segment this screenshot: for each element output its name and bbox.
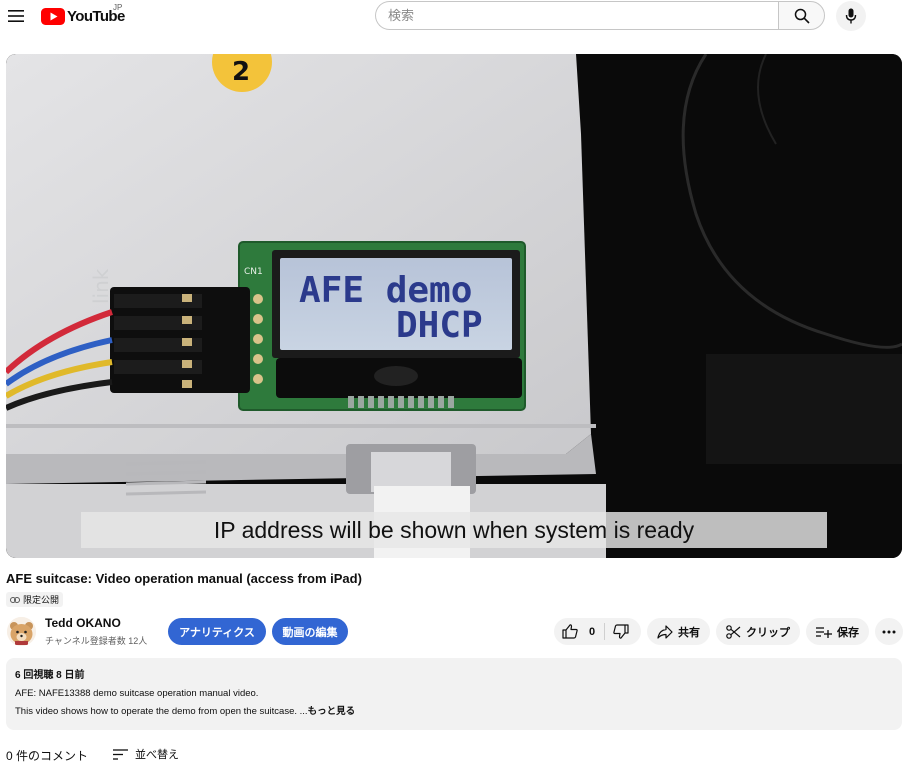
sort-icon bbox=[113, 748, 128, 760]
subscriber-count: チャンネル登録者数 12人 bbox=[45, 636, 148, 646]
link-icon bbox=[10, 596, 20, 603]
view-count-date: 6 回視聴 8 日前 bbox=[15, 670, 85, 681]
svg-text:link: link bbox=[89, 268, 113, 304]
video-player[interactable]: 2 link CN1 AFE demo DHCP IP address will… bbox=[6, 54, 902, 558]
sticker-label: 2 bbox=[232, 57, 250, 87]
clip-button[interactable]: クリップ bbox=[716, 618, 800, 645]
description-line-2: This video shows how to operate the demo… bbox=[15, 703, 893, 721]
share-icon bbox=[657, 624, 673, 639]
clip-label: クリップ bbox=[746, 626, 790, 639]
channel-name[interactable]: Tedd OKANO bbox=[45, 616, 121, 630]
sort-label: 並べ替え bbox=[135, 749, 179, 761]
pcb-label: CN1 bbox=[244, 267, 263, 277]
save-label: 保存 bbox=[837, 626, 859, 639]
show-more-link[interactable]: もっと見る bbox=[308, 706, 356, 717]
lcd-line-2: DHCP bbox=[396, 305, 483, 346]
microphone-icon bbox=[845, 8, 857, 24]
description-box[interactable]: 6 回視聴 8 日前 AFE: NAFE13388 demo suitcase … bbox=[6, 658, 902, 730]
search-bar bbox=[375, 1, 825, 30]
save-button[interactable]: 保存 bbox=[806, 618, 869, 645]
hamburger-icon bbox=[8, 10, 24, 22]
masthead: YouTube JP bbox=[0, 0, 914, 34]
playlist-add-icon bbox=[816, 626, 832, 638]
visibility-label: 限定公開 bbox=[23, 595, 60, 605]
like-count: 0 bbox=[589, 625, 596, 638]
subtitle-caption: IP address will be shown when system is … bbox=[81, 512, 827, 548]
scissors-icon bbox=[726, 624, 741, 639]
dislike-button[interactable] bbox=[605, 618, 641, 645]
more-actions-button[interactable] bbox=[875, 618, 903, 645]
menu-button[interactable] bbox=[4, 4, 28, 28]
more-horizontal-icon bbox=[882, 630, 896, 633]
video-title: AFE suitcase: Video operation manual (ac… bbox=[6, 571, 362, 586]
video-frame: 2 link CN1 AFE demo DHCP bbox=[6, 54, 902, 558]
like-dislike-group: 0 bbox=[554, 618, 641, 645]
like-button[interactable]: 0 bbox=[554, 618, 604, 645]
visibility-badge: 限定公開 bbox=[6, 592, 64, 607]
share-label: 共有 bbox=[678, 626, 700, 639]
voice-search-button[interactable] bbox=[836, 1, 866, 31]
description-line-2-text: This video shows how to operate the demo… bbox=[15, 706, 308, 717]
share-button[interactable]: 共有 bbox=[647, 618, 710, 645]
youtube-play-icon bbox=[41, 7, 65, 25]
description-line-1: AFE: NAFE13388 demo suitcase operation m… bbox=[15, 688, 259, 699]
bear-avatar-icon bbox=[7, 617, 36, 646]
sort-comments-button[interactable]: 並べ替え bbox=[113, 746, 179, 762]
search-input[interactable] bbox=[375, 1, 778, 30]
thumbs-up-icon bbox=[562, 624, 578, 639]
channel-avatar[interactable] bbox=[7, 617, 36, 646]
analytics-button[interactable]: アナリティクス bbox=[168, 618, 266, 645]
region-code: JP bbox=[113, 3, 123, 12]
edit-video-button[interactable]: 動画の編集 bbox=[272, 618, 348, 645]
search-icon bbox=[794, 8, 810, 24]
thumbs-down-icon bbox=[612, 624, 629, 639]
search-button[interactable] bbox=[778, 1, 825, 30]
caption-text: IP address will be shown when system is … bbox=[213, 516, 695, 543]
comment-count: 0 件のコメント bbox=[6, 749, 89, 763]
